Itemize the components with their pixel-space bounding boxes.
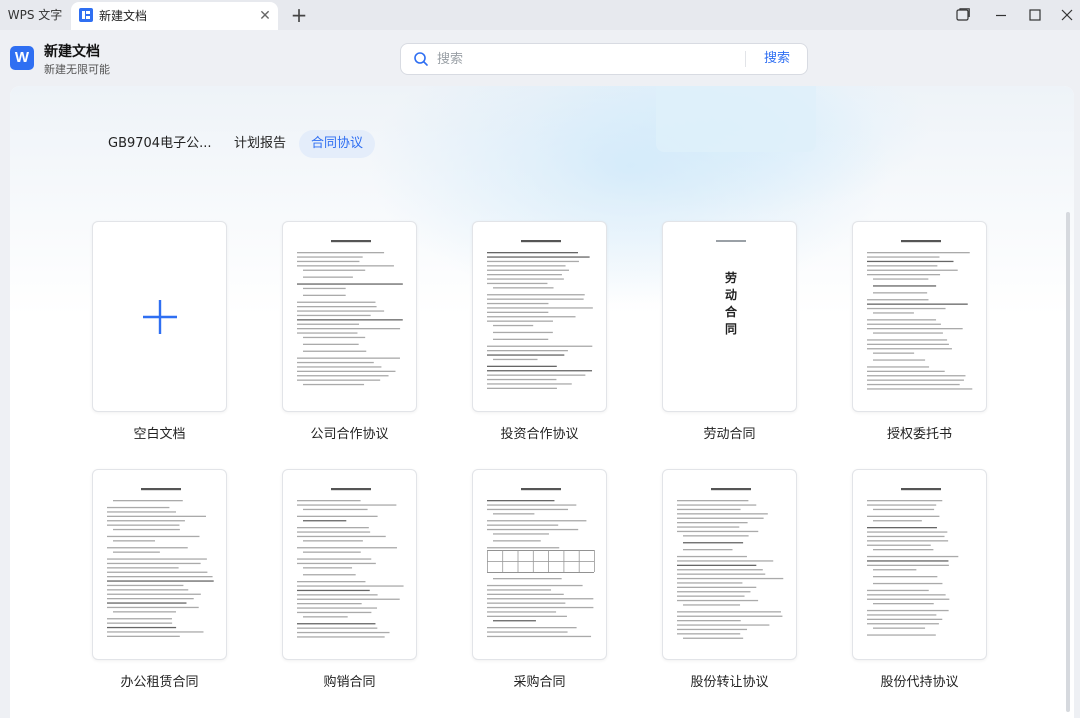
template-label: 公司合作协议 <box>310 427 389 442</box>
search-icon <box>414 52 428 66</box>
title-bar: WPS 文字 新建文档 ✕ + <box>0 0 1080 30</box>
search-divider <box>745 51 746 67</box>
document-preview <box>867 488 959 636</box>
scrollbar[interactable] <box>1066 212 1070 712</box>
template-card-purchase-contract[interactable] <box>472 469 607 660</box>
template-label: 股份代持协议 <box>880 675 959 690</box>
template-panel: GB9704电子公... 计划报告 合同协议 空白文档 公司合作协议 投资合作协… <box>10 86 1074 718</box>
template-label: 投资合作协议 <box>500 427 579 442</box>
document-preview <box>297 488 404 638</box>
template-card-labor-contract[interactable]: 劳动合同 <box>662 221 797 412</box>
plus-icon <box>143 300 177 334</box>
new-tab-plus-icon[interactable]: + <box>288 3 310 27</box>
template-card-power-of-attorney[interactable] <box>852 221 987 412</box>
page-title: 新建文档 <box>44 44 100 60</box>
hero-decoration <box>656 86 816 152</box>
wps-writer-icon <box>79 8 93 22</box>
tab-close-icon[interactable]: ✕ <box>257 7 273 25</box>
template-label: 办公租赁合同 <box>120 675 199 690</box>
document-preview <box>487 488 595 638</box>
tab-wps-writer[interactable]: WPS 文字 <box>2 2 68 28</box>
template-card-share-nominee[interactable] <box>852 469 987 660</box>
template-card-company-cooperation[interactable] <box>282 221 417 412</box>
cover-title: 劳动合同 <box>724 271 737 336</box>
search-button[interactable]: 搜索 <box>753 44 801 74</box>
search-input[interactable] <box>437 49 737 69</box>
document-preview <box>487 240 593 389</box>
template-label: 劳动合同 <box>703 427 756 442</box>
template-card-sales-contract[interactable] <box>282 469 417 660</box>
template-card-share-transfer[interactable] <box>662 469 797 660</box>
page-subtitle: 新建无限可能 <box>44 63 110 76</box>
tab-label: 新建文档 <box>99 9 148 23</box>
template-card-investment-cooperation[interactable] <box>472 221 607 412</box>
template-label: 购销合同 <box>323 675 376 690</box>
template-card-office-lease[interactable] <box>92 469 227 660</box>
maximize-icon[interactable] <box>1022 3 1048 27</box>
restore-windows-icon[interactable] <box>950 3 976 27</box>
search-box: 搜索 <box>400 43 808 75</box>
tab-gb9704[interactable]: GB9704电子公... <box>108 130 211 158</box>
tab-plan-report[interactable]: 计划报告 <box>234 130 286 158</box>
document-preview <box>677 488 784 639</box>
document-preview <box>867 240 973 390</box>
tab-new-document[interactable]: 新建文档 ✕ <box>71 2 278 30</box>
wps-app-logo: W <box>10 46 34 70</box>
template-label: 空白文档 <box>133 427 186 442</box>
template-card-blank[interactable] <box>92 221 227 412</box>
tab-contract-agreement[interactable]: 合同协议 <box>299 130 375 158</box>
template-label: 股份转让协议 <box>690 675 769 690</box>
document-preview <box>107 488 214 637</box>
header: W 新建文档 新建无限可能 搜索 <box>0 30 1080 86</box>
template-label: 授权委托书 <box>886 427 952 442</box>
template-label: 采购合同 <box>513 675 566 690</box>
document-preview <box>297 240 403 386</box>
close-icon[interactable] <box>1054 3 1080 27</box>
minimize-icon[interactable] <box>988 3 1014 27</box>
